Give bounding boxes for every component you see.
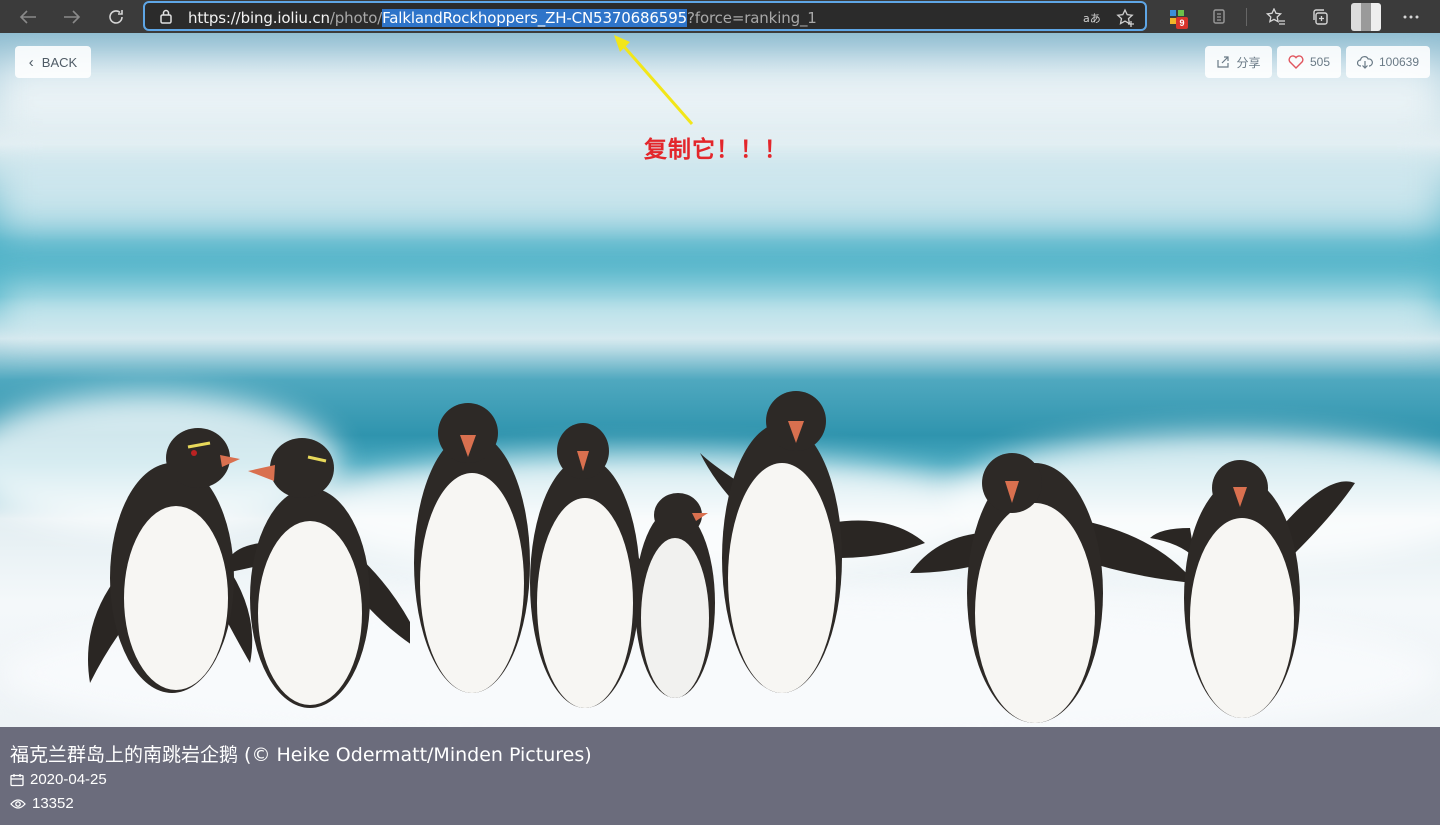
annotation-text: 复制它！！！	[644, 137, 788, 163]
penguin	[700, 391, 925, 693]
chevron-left-icon: ‹	[28, 53, 34, 71]
penguin	[230, 438, 410, 708]
profile-avatar[interactable]	[1351, 3, 1381, 31]
back-button[interactable]: ‹ BACK	[15, 46, 91, 78]
lock-icon[interactable]	[159, 9, 173, 24]
add-favorite-icon[interactable]	[1115, 7, 1137, 29]
photo-surf	[0, 153, 1440, 233]
url-query: ?force=ranking_1	[687, 9, 817, 27]
download-count: 100639	[1378, 55, 1420, 69]
calendar-icon	[10, 773, 24, 786]
browser-toolbar: https://bing.ioliu.cn/photo/FalklandRock…	[0, 0, 1440, 33]
photo-views: 13352	[32, 795, 74, 812]
photo-date: 2020-04-25	[30, 771, 107, 788]
like-count: 505	[1309, 55, 1331, 69]
collections-icon[interactable]	[1306, 3, 1334, 31]
photo-views-row: 13352	[10, 795, 74, 812]
share-label: 分享	[1236, 55, 1261, 70]
forward-arrow-icon[interactable]	[58, 3, 86, 31]
toolbar-divider	[1246, 8, 1247, 26]
favorites-icon[interactable]	[1262, 3, 1290, 31]
url-prefix: https://	[188, 9, 241, 27]
cloud-download-icon	[1356, 56, 1373, 69]
photo-surf	[0, 288, 1440, 338]
download-button[interactable]: 100639	[1346, 46, 1430, 78]
heart-icon	[1288, 55, 1304, 69]
back-button-label: BACK	[41, 54, 78, 70]
read-aloud-icon[interactable]: aあ	[1081, 7, 1103, 29]
photo-title: 福克兰群岛上的南跳岩企鹅 (© Heike Odermatt/Minden Pi…	[10, 744, 592, 766]
photo-date-row: 2020-04-25	[10, 771, 107, 788]
url-text[interactable]: https://bing.ioliu.cn/photo/FalklandRock…	[188, 9, 817, 27]
extensions-badge: 9	[1176, 17, 1188, 29]
share-icon	[1217, 56, 1230, 68]
share-button[interactable]: 分享	[1205, 46, 1272, 78]
address-bar[interactable]: https://bing.ioliu.cn/photo/FalklandRock…	[143, 1, 1147, 31]
eye-icon	[10, 798, 26, 809]
penguin	[1150, 460, 1355, 718]
url-selected-text[interactable]: FalklandRockhoppers_ZH-CN5370686595	[382, 9, 687, 27]
back-arrow-icon[interactable]	[14, 3, 42, 31]
tab-actions-icon[interactable]	[1205, 3, 1233, 31]
annotation-arrow	[614, 35, 694, 125]
refresh-icon[interactable]	[102, 3, 130, 31]
svg-text:aあ: aあ	[1083, 12, 1101, 25]
photo-caption: 福克兰群岛上的南跳岩企鹅 (© Heike Odermatt/Minden Pi…	[0, 727, 1440, 825]
url-host: bing.ioliu.cn	[240, 9, 330, 27]
url-path: /photo/	[329, 9, 383, 27]
more-icon[interactable]	[1397, 3, 1425, 31]
like-button[interactable]: 505	[1277, 46, 1341, 78]
